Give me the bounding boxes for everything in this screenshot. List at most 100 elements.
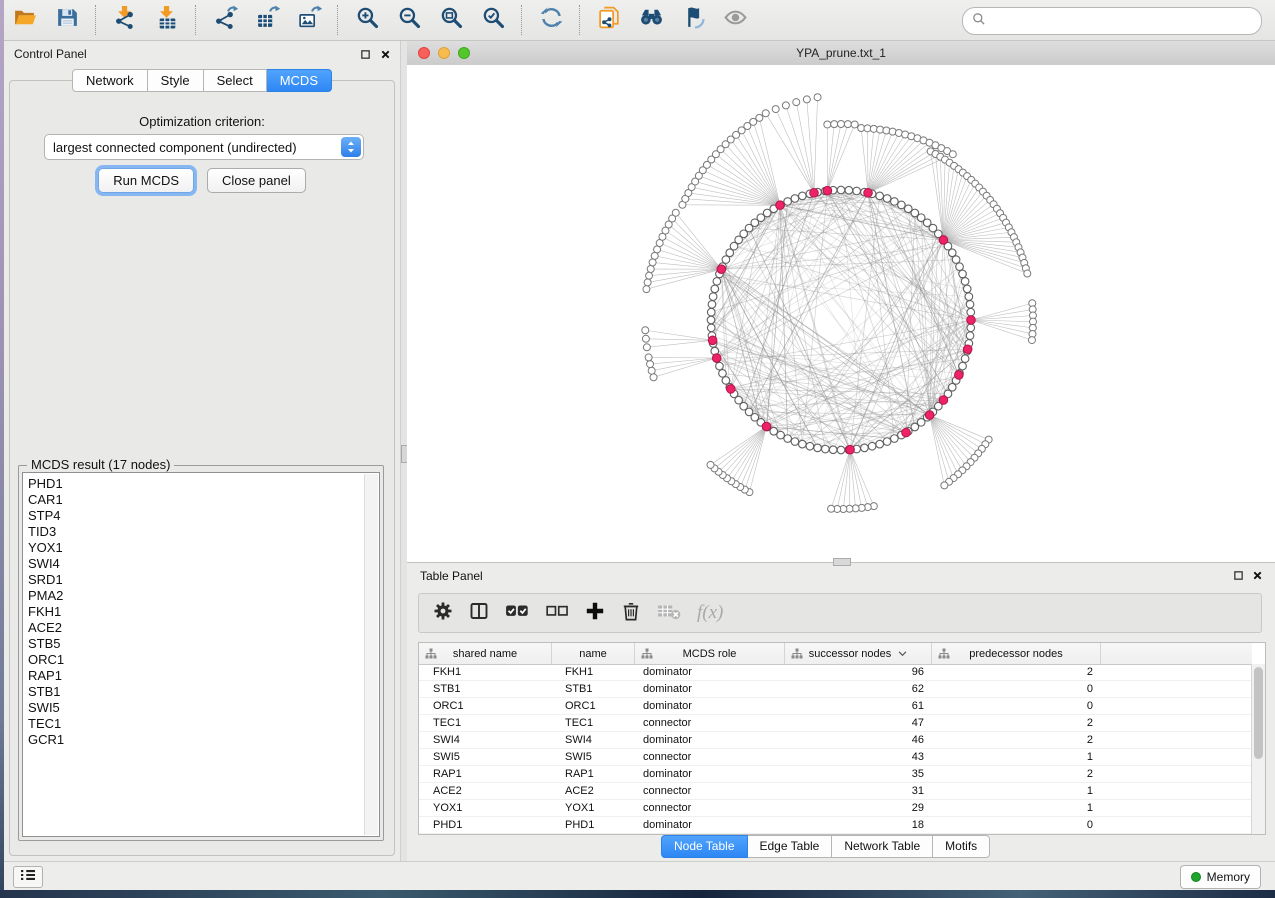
- network-window-titlebar[interactable]: YPA_prune.txt_1: [407, 41, 1275, 66]
- table-cell[interactable]: 18: [785, 817, 932, 833]
- trash-button[interactable]: [621, 600, 641, 626]
- table-cell[interactable]: SWI5: [552, 749, 635, 765]
- mcds-result-item[interactable]: ORC1: [28, 652, 379, 668]
- mcds-result-item[interactable]: GCR1: [28, 732, 379, 748]
- table-cell[interactable]: 43: [785, 749, 932, 765]
- tab-mcds[interactable]: MCDS: [267, 69, 332, 92]
- binoculars-button[interactable]: [631, 3, 671, 37]
- table-cell[interactable]: dominator: [635, 664, 785, 680]
- table-row[interactable]: STB1STB1dominator620: [419, 681, 1252, 698]
- table-row[interactable]: TEC1TEC1connector472: [419, 715, 1252, 732]
- table-cell[interactable]: 2: [932, 732, 1101, 748]
- table-cell[interactable]: RAP1: [419, 766, 552, 782]
- criterion-dropdown[interactable]: largest connected component (undirected): [44, 134, 364, 160]
- table-cell[interactable]: 35: [785, 766, 932, 782]
- table-row[interactable]: SWI4SWI4dominator462: [419, 732, 1252, 749]
- table-cell[interactable]: dominator: [635, 766, 785, 782]
- table-cell[interactable]: SWI5: [419, 749, 552, 765]
- table-row[interactable]: FKH1FKH1dominator962: [419, 664, 1252, 681]
- gear-button[interactable]: [433, 600, 453, 626]
- mcds-result-item[interactable]: PMA2: [28, 588, 379, 604]
- mcds-result-item[interactable]: ACE2: [28, 620, 379, 636]
- mcds-result-list[interactable]: PHD1CAR1STP4TID3YOX1SWI4SRD1PMA2FKH1ACE2…: [22, 472, 380, 837]
- zoom-out-button[interactable]: [389, 3, 429, 37]
- run-mcds-button[interactable]: Run MCDS: [98, 168, 194, 193]
- search-input[interactable]: [987, 13, 1261, 30]
- mcds-result-item[interactable]: RAP1: [28, 668, 379, 684]
- split-table-button[interactable]: [469, 600, 489, 626]
- tab-network-table[interactable]: Network Table: [832, 835, 933, 858]
- table-cell[interactable]: dominator: [635, 732, 785, 748]
- memory-button[interactable]: Memory: [1180, 865, 1261, 889]
- mcds-result-item[interactable]: PHD1: [28, 476, 379, 492]
- table-cell[interactable]: dominator: [635, 681, 785, 697]
- table-cell[interactable]: 61: [785, 698, 932, 714]
- table-scrollbar[interactable]: [1251, 664, 1265, 834]
- table-cell[interactable]: connector: [635, 783, 785, 799]
- table-cell[interactable]: dominator: [635, 817, 785, 833]
- mcds-result-item[interactable]: TID3: [28, 524, 379, 540]
- table-cell[interactable]: YOX1: [552, 800, 635, 816]
- plus-button[interactable]: [585, 600, 605, 626]
- table-cell[interactable]: connector: [635, 800, 785, 816]
- close-table-panel-icon[interactable]: [1250, 568, 1264, 582]
- mcds-result-item[interactable]: STB5: [28, 636, 379, 652]
- mcds-result-item[interactable]: SRD1: [28, 572, 379, 588]
- zoom-selected-button[interactable]: [473, 3, 513, 37]
- table-cell[interactable]: ACE2: [552, 783, 635, 799]
- table-cell[interactable]: 47: [785, 715, 932, 731]
- horizontal-splitter-grip[interactable]: [833, 558, 851, 566]
- table-cell[interactable]: ORC1: [552, 698, 635, 714]
- tab-edge-table[interactable]: Edge Table: [748, 835, 833, 858]
- network-graph[interactable]: [407, 65, 1275, 563]
- table-cell[interactable]: 31: [785, 783, 932, 799]
- import-table-button[interactable]: [147, 3, 187, 37]
- table-cell[interactable]: 2: [932, 715, 1101, 731]
- tab-motifs[interactable]: Motifs: [933, 835, 990, 858]
- tab-node-table[interactable]: Node Table: [661, 835, 748, 858]
- table-cell[interactable]: 62: [785, 681, 932, 697]
- table-row[interactable]: YOX1YOX1connector291: [419, 800, 1252, 817]
- close-panel-icon[interactable]: [378, 47, 392, 61]
- close-panel-button[interactable]: Close panel: [207, 168, 306, 193]
- table-cell[interactable]: connector: [635, 715, 785, 731]
- table-cell[interactable]: PHD1: [552, 817, 635, 833]
- table-cell[interactable]: 1: [932, 800, 1101, 816]
- table-cell[interactable]: RAP1: [552, 766, 635, 782]
- mcds-result-item[interactable]: STP4: [28, 508, 379, 524]
- table-cell[interactable]: 0: [932, 817, 1101, 833]
- table-cell[interactable]: TEC1: [552, 715, 635, 731]
- refresh-button[interactable]: [531, 3, 571, 37]
- column-header-shared-name[interactable]: shared name: [419, 643, 552, 664]
- open-button[interactable]: [5, 3, 45, 37]
- table-row[interactable]: ACE2ACE2connector311: [419, 783, 1252, 800]
- network-canvas[interactable]: [407, 65, 1275, 563]
- table-cell[interactable]: FKH1: [419, 664, 552, 680]
- table-cell[interactable]: SWI4: [552, 732, 635, 748]
- table-cell[interactable]: 29: [785, 800, 932, 816]
- table-cell[interactable]: 46: [785, 732, 932, 748]
- column-header-successor-nodes[interactable]: successor nodes: [785, 643, 932, 664]
- table-cell[interactable]: 1: [932, 783, 1101, 799]
- table-row[interactable]: ORC1ORC1dominator610: [419, 698, 1252, 715]
- column-header-MCDS-role[interactable]: MCDS role: [635, 643, 785, 664]
- table-cell[interactable]: 0: [932, 698, 1101, 714]
- save-button[interactable]: [47, 3, 87, 37]
- export-network-button[interactable]: [205, 3, 245, 37]
- zoom-fit-button[interactable]: [431, 3, 471, 37]
- mcds-result-item[interactable]: SWI4: [28, 556, 379, 572]
- float-table-panel-icon[interactable]: [1231, 568, 1245, 582]
- table-cell[interactable]: PHD1: [419, 817, 552, 833]
- table-cell[interactable]: dominator: [635, 698, 785, 714]
- table-row[interactable]: SWI5SWI5connector431: [419, 749, 1252, 766]
- table-cell[interactable]: SWI4: [419, 732, 552, 748]
- mcds-result-item[interactable]: CAR1: [28, 492, 379, 508]
- check-all-button[interactable]: [505, 600, 529, 626]
- table-cell[interactable]: 0: [932, 681, 1101, 697]
- table-scrollbar-thumb[interactable]: [1254, 667, 1263, 759]
- mcds-result-item[interactable]: YOX1: [28, 540, 379, 556]
- search-box[interactable]: [962, 7, 1262, 35]
- column-header-predecessor-nodes[interactable]: predecessor nodes: [932, 643, 1101, 664]
- table-cell[interactable]: ORC1: [419, 698, 552, 714]
- column-header-name[interactable]: name: [552, 643, 635, 664]
